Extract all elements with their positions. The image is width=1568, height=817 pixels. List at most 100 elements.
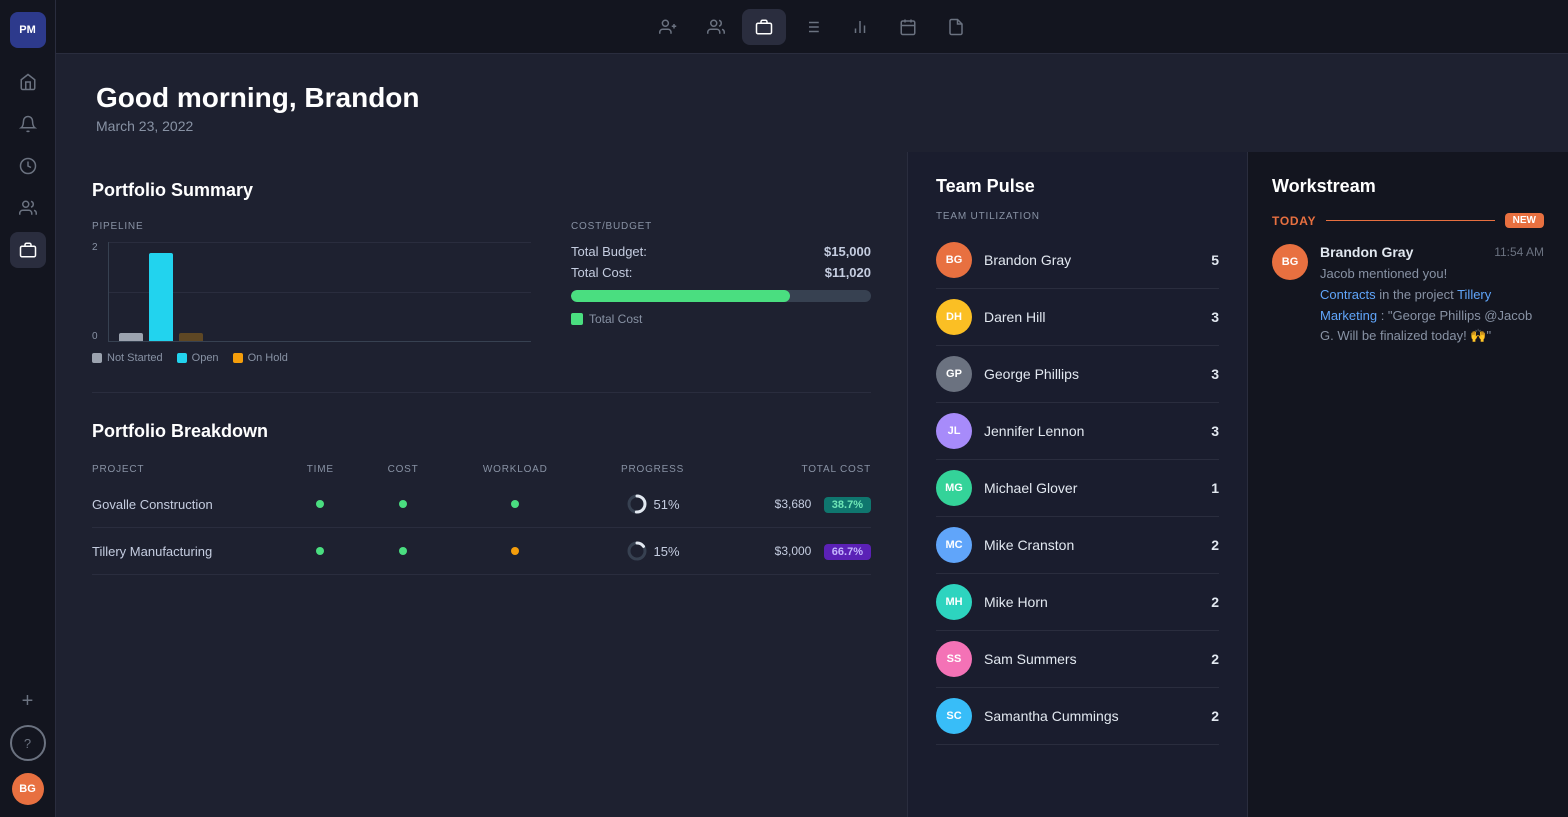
team-count-daren: 3 [1211, 309, 1219, 325]
legend-on-hold: On Hold [248, 352, 288, 364]
team-pulse-panel: Team Pulse TEAM UTILIZATION BG Brandon G… [908, 152, 1248, 817]
team-count-samantha: 2 [1211, 708, 1219, 724]
sidebar-item-people[interactable] [10, 190, 46, 226]
workstream-title: Workstream [1272, 176, 1544, 197]
pipeline-chart: PIPELINE 2 0 [92, 221, 531, 364]
ws-text-mid: in the project [1379, 287, 1457, 302]
sidebar-item-notifications[interactable] [10, 106, 46, 142]
page-title: Good morning, Brandon [96, 82, 1528, 114]
cost-dot-1 [399, 500, 407, 508]
chart-y-2: 2 [92, 242, 98, 253]
team-avatar-george: GP [936, 356, 972, 392]
team-util-label: TEAM UTILIZATION [936, 211, 1219, 222]
ws-body: Jacob mentioned you! Contracts in the pr… [1320, 264, 1544, 347]
team-row-mike-c[interactable]: MC Mike Cranston 2 [936, 517, 1219, 574]
team-name-mike-c: Mike Cranston [984, 537, 1199, 553]
badge-1: 38.7% [824, 497, 871, 513]
legend-not-started-dot [92, 353, 102, 363]
team-row-sam[interactable]: SS Sam Summers 2 [936, 631, 1219, 688]
ws-link-contracts[interactable]: Contracts [1320, 287, 1376, 302]
workstream-panel: Workstream TODAY NEW BG Brandon Gray 11:… [1248, 152, 1568, 817]
team-avatar-michael: MG [936, 470, 972, 506]
topnav-calendar[interactable] [886, 9, 930, 45]
team-row-jennifer[interactable]: JL Jennifer Lennon 3 [936, 403, 1219, 460]
legend-open: Open [192, 352, 219, 364]
page-header: Good morning, Brandon March 23, 2022 [56, 54, 1568, 152]
col-total-cost: TOTAL COST [721, 458, 871, 481]
team-name-daren: Daren Hill [984, 309, 1199, 325]
team-avatar-samantha: SC [936, 698, 972, 734]
cost-budget: COST/BUDGET Total Budget: $15,000 Total … [571, 221, 871, 326]
team-count-brandon: 5 [1211, 252, 1219, 268]
clock-icon [19, 157, 37, 175]
table-row: Tillery Manufacturing [92, 528, 871, 575]
sidebar-item-add[interactable]: + [10, 683, 46, 719]
sidebar-item-help[interactable]: ? [10, 725, 46, 761]
table-row: Govalle Construction [92, 481, 871, 528]
legend-open-dot [177, 353, 187, 363]
project-name-2: Tillery Manufacturing [92, 528, 280, 575]
home-icon [19, 73, 37, 91]
team-count-jennifer: 3 [1211, 423, 1219, 439]
bar-open [149, 253, 173, 341]
col-cost: COST [360, 458, 446, 481]
users2-icon [707, 18, 725, 36]
chart-y-0: 0 [92, 331, 98, 342]
budget-progress-bar [571, 290, 871, 302]
ws-name: Brandon Gray [1320, 244, 1413, 260]
team-row-brandon[interactable]: BG Brandon Gray 5 [936, 232, 1219, 289]
bell-icon [19, 115, 37, 133]
topnav-team[interactable] [694, 9, 738, 45]
sidebar-item-time[interactable] [10, 148, 46, 184]
ws-time: 11:54 AM [1494, 245, 1544, 259]
progress-ring-1 [626, 493, 648, 515]
team-name-jennifer: Jennifer Lennon [984, 423, 1199, 439]
file-icon [947, 18, 965, 36]
columns: Portfolio Summary PIPELINE 2 0 [56, 152, 1568, 817]
user-plus-icon [659, 18, 677, 36]
project-name-1: Govalle Construction [92, 481, 280, 528]
topnav-team-add[interactable] [646, 9, 690, 45]
team-avatar-jennifer: JL [936, 413, 972, 449]
team-name-samantha: Samantha Cummings [984, 708, 1199, 724]
team-row-george[interactable]: GP George Phillips 3 [936, 346, 1219, 403]
total-cost-label: Total Cost: [571, 265, 632, 280]
team-row-samantha[interactable]: SC Samantha Cummings 2 [936, 688, 1219, 745]
user-avatar[interactable]: BG [12, 773, 44, 805]
topnav-chart[interactable] [838, 9, 882, 45]
app-logo[interactable]: PM [10, 12, 46, 48]
topnav-doc[interactable] [934, 9, 978, 45]
total-cost-value: $11,020 [825, 265, 871, 280]
team-count-george: 3 [1211, 366, 1219, 382]
team-count-michael: 1 [1211, 480, 1219, 496]
topnav-list[interactable] [790, 9, 834, 45]
list-icon [803, 18, 821, 36]
workstream-entry: BG Brandon Gray 11:54 AM Jacob mentioned… [1272, 244, 1544, 347]
team-row-michael[interactable]: MG Michael Glover 1 [936, 460, 1219, 517]
team-count-sam: 2 [1211, 651, 1219, 667]
topnav-portfolio[interactable] [742, 9, 786, 45]
today-line [1326, 220, 1494, 221]
total-cost-1: $3,680 [775, 497, 812, 511]
team-avatar-daren: DH [936, 299, 972, 335]
bar-chart-icon [851, 18, 869, 36]
team-count-mike-h: 2 [1211, 594, 1219, 610]
sidebar-item-portfolio[interactable] [10, 232, 46, 268]
team-row-daren[interactable]: DH Daren Hill 3 [936, 289, 1219, 346]
team-avatar-mike-h: MH [936, 584, 972, 620]
bar-on-hold [179, 333, 203, 341]
col-time: TIME [280, 458, 360, 481]
content-area: Good morning, Brandon March 23, 2022 Por… [56, 54, 1568, 817]
today-bar: TODAY NEW [1272, 213, 1544, 228]
col-workload: WORKLOAD [446, 458, 585, 481]
team-row-mike-h[interactable]: MH Mike Horn 2 [936, 574, 1219, 631]
cost-legend-label: Total Cost [589, 312, 642, 326]
col-project: PROJECT [92, 458, 280, 481]
sidebar-item-home[interactable] [10, 64, 46, 100]
team-name-brandon: Brandon Gray [984, 252, 1199, 268]
page-date: March 23, 2022 [96, 118, 1528, 134]
col-progress: PROGRESS [585, 458, 721, 481]
team-name-michael: Michael Glover [984, 480, 1199, 496]
section-divider [92, 392, 871, 393]
progress-pct-2: 15% [654, 544, 680, 559]
